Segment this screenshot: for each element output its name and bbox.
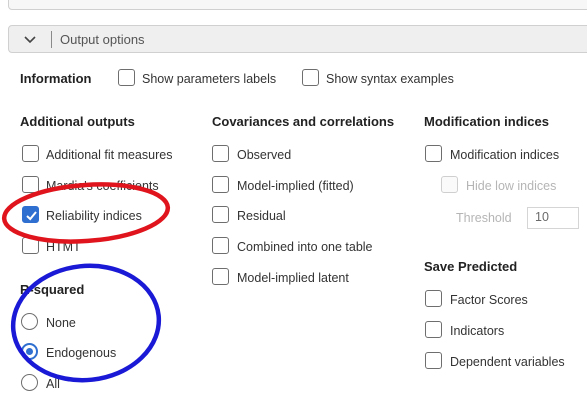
r-squared-none-label: None <box>46 316 76 330</box>
reliability-indices-checkbox[interactable] <box>22 206 39 223</box>
chevron-down-icon[interactable] <box>24 35 36 45</box>
factor-scores-checkbox[interactable] <box>425 290 442 307</box>
additional-outputs-heading: Additional outputs <box>20 114 135 129</box>
htmt-label: HTMT <box>46 240 81 254</box>
mardias-coefficients-checkbox[interactable] <box>22 176 39 193</box>
threshold-input[interactable]: 10 <box>527 207 579 229</box>
model-implied-latent-label: Model-implied latent <box>237 271 349 285</box>
htmt-checkbox[interactable] <box>22 237 39 254</box>
r-squared-endogenous-radio[interactable] <box>21 343 38 360</box>
annotation-overlay <box>1 182 171 383</box>
r-squared-all-label: All <box>46 377 60 391</box>
factor-scores-label: Factor Scores <box>450 293 528 307</box>
model-implied-fitted-label: Model-implied (fitted) <box>237 179 354 193</box>
modification-indices-heading: Modification indices <box>424 114 549 129</box>
residual-label: Residual <box>237 209 286 223</box>
reliability-indices-label: Reliability indices <box>46 209 142 223</box>
dependent-variables-label: Dependent variables <box>450 355 565 369</box>
previous-section-edge <box>8 0 587 10</box>
modification-indices-label: Modification indices <box>450 148 560 162</box>
r-squared-none-radio[interactable] <box>21 313 38 330</box>
checkmark-icon <box>26 211 37 221</box>
indicators-checkbox[interactable] <box>425 321 442 338</box>
indicators-label: Indicators <box>450 324 505 338</box>
observed-checkbox[interactable] <box>212 145 229 162</box>
show-parameters-labels-checkbox[interactable] <box>118 69 135 86</box>
show-parameters-labels-label: Show parameters labels <box>142 72 277 86</box>
r-squared-endogenous-label: Endogenous <box>46 346 117 360</box>
combined-table-label: Combined into one table <box>237 240 373 254</box>
dependent-variables-checkbox[interactable] <box>425 352 442 369</box>
additional-fit-measures-checkbox[interactable] <box>22 145 39 162</box>
r-squared-heading: R-squared <box>20 282 85 297</box>
section-title: Output options <box>60 32 145 47</box>
modification-indices-checkbox[interactable] <box>425 145 442 162</box>
show-syntax-examples-label: Show syntax examples <box>326 72 454 86</box>
hide-low-indices-label: Hide low indices <box>466 179 557 193</box>
show-syntax-examples-checkbox[interactable] <box>302 69 319 86</box>
r-squared-all-radio[interactable] <box>21 374 38 391</box>
header-separator <box>51 31 52 48</box>
save-predicted-heading: Save Predicted <box>424 259 518 274</box>
combined-table-checkbox[interactable] <box>212 237 229 254</box>
hide-low-indices-checkbox[interactable] <box>441 176 458 193</box>
mardias-coefficients-label: Mardia's coefficients <box>46 179 159 193</box>
threshold-label: Threshold <box>456 211 512 225</box>
additional-fit-measures-label: Additional fit measures <box>46 148 173 162</box>
residual-checkbox[interactable] <box>212 206 229 223</box>
model-implied-latent-checkbox[interactable] <box>212 268 229 285</box>
information-heading: Information <box>20 71 92 86</box>
model-implied-fitted-checkbox[interactable] <box>212 176 229 193</box>
covariances-heading: Covariances and correlations <box>212 114 395 129</box>
observed-label: Observed <box>237 148 292 162</box>
